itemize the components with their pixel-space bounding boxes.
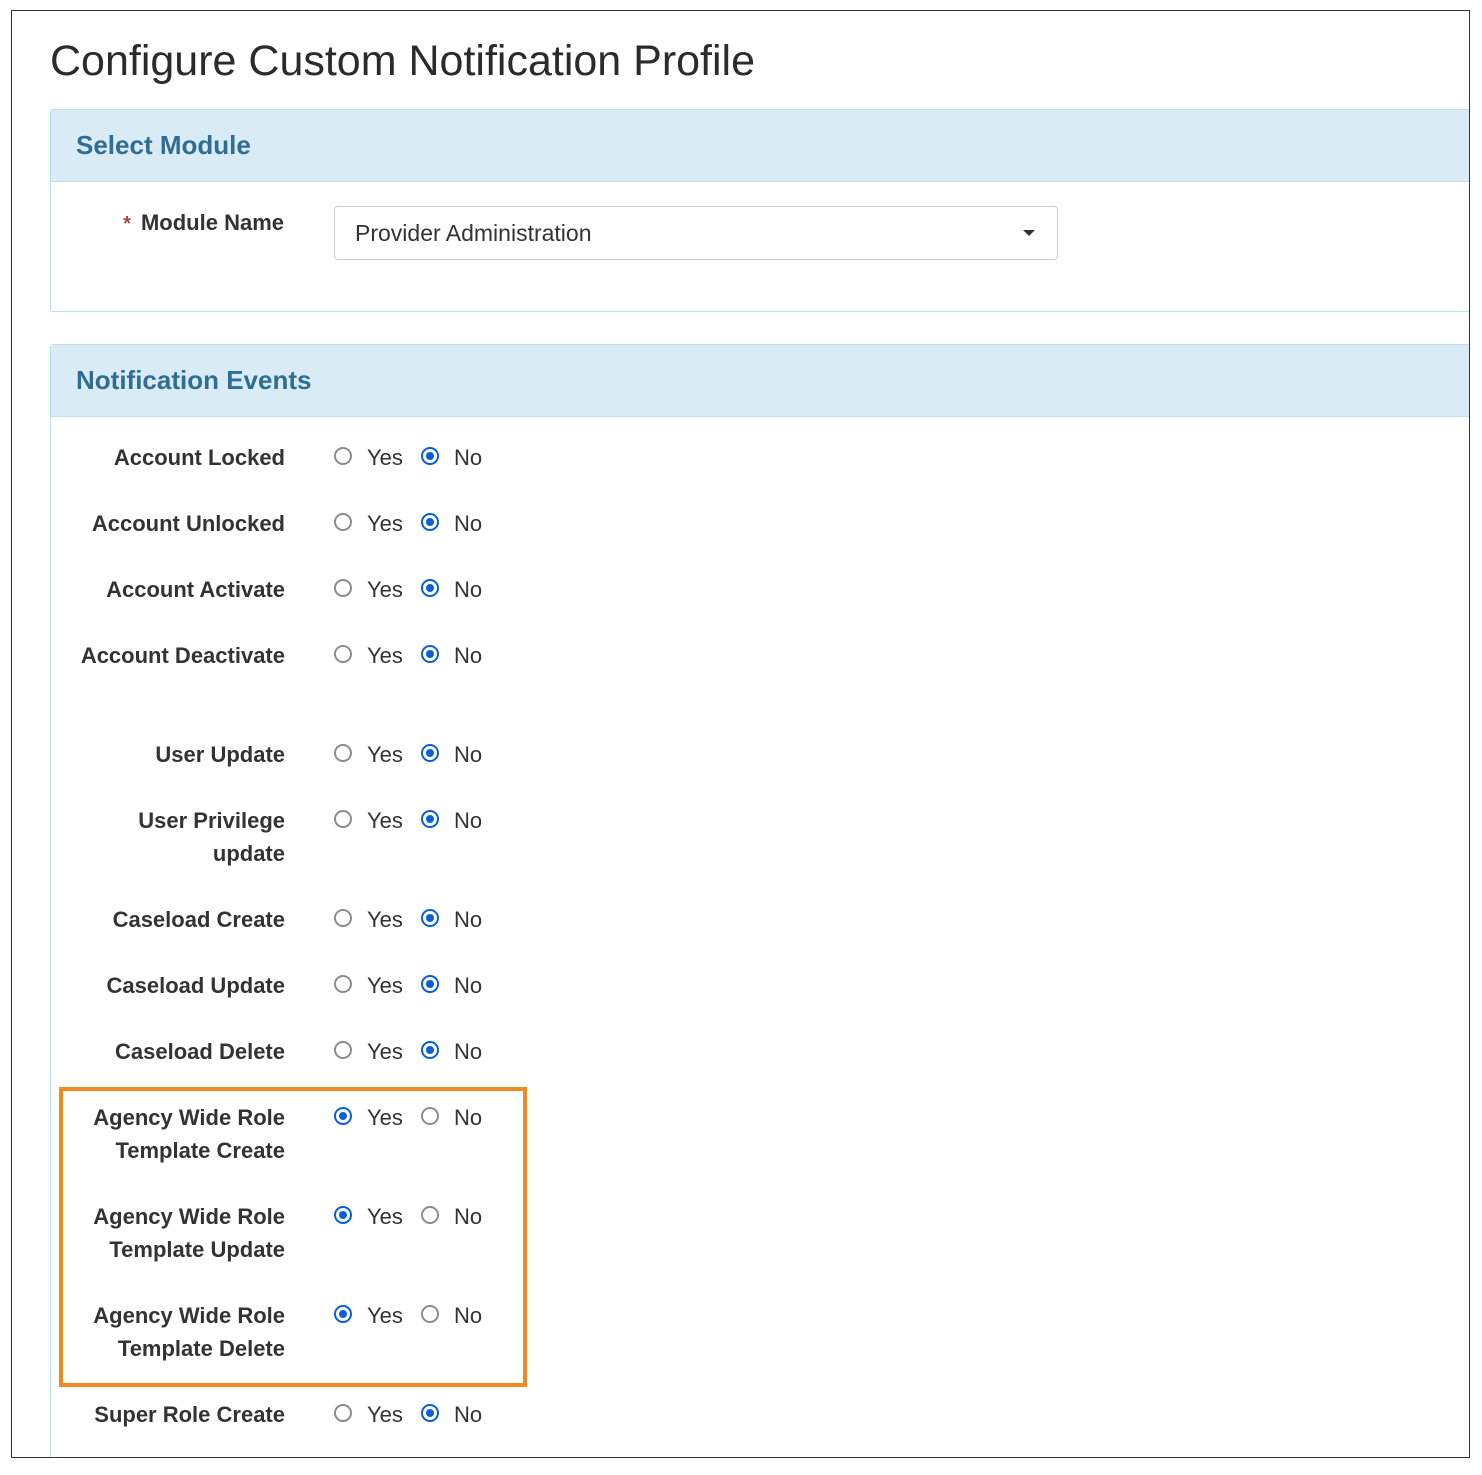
select-module-panel-heading: Select Module bbox=[51, 110, 1469, 182]
required-marker: * bbox=[123, 213, 131, 235]
event-label: Caseload Update bbox=[106, 973, 286, 998]
radio-button-icon[interactable] bbox=[334, 645, 352, 663]
radio-yes-label: Yes bbox=[367, 742, 403, 767]
radio-button-icon[interactable] bbox=[421, 579, 439, 597]
radio-button-icon[interactable] bbox=[421, 975, 439, 993]
radio-button-icon[interactable] bbox=[334, 447, 352, 465]
chevron-down-icon bbox=[1023, 230, 1035, 236]
radio-yes-label: Yes bbox=[367, 1105, 403, 1130]
radio-no-label: No bbox=[454, 1039, 483, 1064]
select-module-heading-text: Select Module bbox=[76, 130, 251, 160]
radio-button-icon[interactable] bbox=[334, 513, 352, 531]
event-label: Caseload Delete bbox=[115, 1039, 285, 1064]
radio-button-icon[interactable] bbox=[334, 744, 352, 762]
radio-no-label: No bbox=[454, 1303, 483, 1328]
radio-button-icon[interactable] bbox=[421, 1305, 439, 1323]
event-label: Account Deactivate bbox=[80, 643, 285, 668]
radio-button-icon[interactable] bbox=[334, 1206, 352, 1224]
event-label: Super Role Create bbox=[94, 1402, 285, 1427]
radio-button-icon[interactable] bbox=[421, 1107, 439, 1125]
radio-no-label: No bbox=[454, 808, 483, 833]
radio-no-label: No bbox=[454, 973, 483, 998]
radio-button-icon[interactable] bbox=[334, 810, 352, 828]
radio-no-label: No bbox=[454, 1105, 483, 1130]
radio-button-icon[interactable] bbox=[421, 810, 439, 828]
radio-button-icon[interactable] bbox=[421, 645, 439, 663]
radio-button-icon[interactable] bbox=[421, 447, 439, 465]
radio-button-icon[interactable] bbox=[334, 1107, 352, 1125]
radio-yes-label: Yes bbox=[367, 1402, 403, 1427]
radio-no-label: No bbox=[454, 1204, 483, 1229]
radio-button-icon[interactable] bbox=[421, 1041, 439, 1059]
radio-no-label: No bbox=[454, 511, 483, 536]
radio-no-label: No bbox=[454, 907, 483, 932]
radio-button-icon[interactable] bbox=[334, 1305, 352, 1323]
page-frame: Configure Custom Notification Profile Se… bbox=[11, 10, 1470, 1458]
radio-button-icon[interactable] bbox=[334, 1041, 352, 1059]
event-label: Agency Wide Role Template Delete bbox=[93, 1303, 285, 1361]
radio-yes-label: Yes bbox=[367, 577, 403, 602]
radio-yes-label: Yes bbox=[367, 1303, 403, 1328]
radio-no-label: No bbox=[454, 742, 483, 767]
event-label: Account Activate bbox=[106, 577, 285, 602]
module-name-selected-value: Provider Administration bbox=[355, 220, 592, 246]
radio-yes-label: Yes bbox=[367, 643, 403, 668]
module-name-label: * Module Name bbox=[111, 210, 284, 236]
select-module-panel: Select Module * Module Name Provider Admi… bbox=[50, 109, 1469, 312]
radio-button-icon[interactable] bbox=[334, 909, 352, 927]
module-name-select[interactable]: Provider Administration bbox=[334, 206, 1058, 260]
radio-button-icon[interactable] bbox=[421, 1206, 439, 1224]
page-title: Configure Custom Notification Profile bbox=[50, 37, 756, 85]
radio-yes-label: Yes bbox=[367, 808, 403, 833]
event-label: Agency Wide Role Template Update bbox=[93, 1204, 285, 1262]
radio-no-label: No bbox=[454, 445, 483, 470]
radio-yes-label: Yes bbox=[367, 445, 403, 470]
radio-button-icon[interactable] bbox=[334, 579, 352, 597]
radio-yes-label: Yes bbox=[367, 1039, 403, 1064]
notification-events-panel-heading: Notification Events bbox=[51, 345, 1469, 417]
radio-no-label: No bbox=[454, 1402, 483, 1427]
radio-yes-label: Yes bbox=[367, 1204, 403, 1229]
radio-button-icon[interactable] bbox=[421, 1404, 439, 1422]
event-label: Account Locked bbox=[113, 445, 285, 470]
radio-button-icon[interactable] bbox=[334, 975, 352, 993]
radio-button-icon[interactable] bbox=[421, 744, 439, 762]
radio-button-icon[interactable] bbox=[334, 1404, 352, 1422]
radio-no-label: No bbox=[454, 643, 483, 668]
event-label: Caseload Create bbox=[112, 907, 285, 932]
radio-yes-label: Yes bbox=[367, 973, 403, 998]
radio-no-label: No bbox=[454, 577, 483, 602]
module-name-label-text: Module Name bbox=[140, 210, 284, 235]
event-label: User Update bbox=[155, 742, 285, 767]
radio-yes-label: Yes bbox=[367, 907, 403, 932]
notification-events-heading-text: Notification Events bbox=[76, 365, 312, 395]
radio-button-icon[interactable] bbox=[421, 909, 439, 927]
event-label: User Privilege update bbox=[138, 808, 285, 866]
radio-yes-label: Yes bbox=[367, 511, 403, 536]
radio-button-icon[interactable] bbox=[421, 513, 439, 531]
event-label: Account Unlocked bbox=[91, 511, 285, 536]
event-label: Agency Wide Role Template Create bbox=[93, 1105, 285, 1163]
notification-events-panel: Notification Events Account Locked Yes No A… bbox=[50, 344, 1469, 1457]
